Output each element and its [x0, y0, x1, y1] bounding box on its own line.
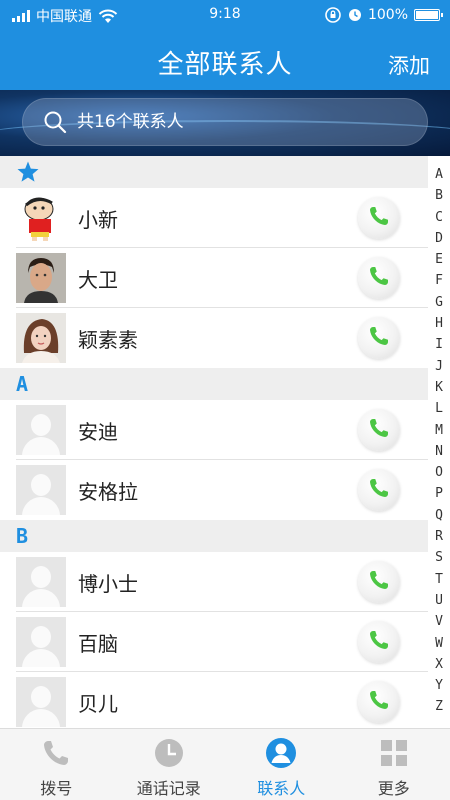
- search-input[interactable]: [77, 112, 377, 132]
- contact-name: 颖素素: [78, 327, 138, 352]
- avatar: [16, 405, 66, 455]
- index-letter[interactable]: U: [435, 590, 443, 611]
- contact-name: 百脑: [78, 631, 118, 656]
- avatar: [16, 557, 66, 607]
- call-button[interactable]: [358, 409, 400, 451]
- avatar: [16, 193, 66, 243]
- index-letter[interactable]: L: [435, 398, 443, 419]
- tab-label: 拨号: [40, 779, 73, 798]
- call-button[interactable]: [358, 469, 400, 511]
- avatar: [16, 465, 66, 515]
- rotation-lock-icon: [325, 7, 341, 23]
- nav-bar: 全部联系人 添加: [0, 32, 450, 90]
- index-letter[interactable]: N: [435, 441, 443, 462]
- call-button[interactable]: [358, 681, 400, 723]
- contact-row[interactable]: 大卫: [0, 248, 428, 308]
- contact-name: 安迪: [78, 419, 118, 444]
- tab-dial[interactable]: 拨号: [0, 729, 113, 800]
- contact-row[interactable]: 安迪: [0, 400, 428, 460]
- contact-name: 小新: [78, 207, 118, 232]
- index-letter[interactable]: X: [435, 654, 443, 675]
- tab-call-log[interactable]: 通话记录: [113, 729, 226, 800]
- grid-icon: [380, 740, 407, 766]
- avatar: [16, 253, 66, 303]
- index-letter[interactable]: Z: [435, 696, 443, 717]
- index-letter[interactable]: K: [435, 377, 443, 398]
- index-letter[interactable]: G: [435, 292, 443, 313]
- contact-row[interactable]: 贝儿: [0, 672, 428, 728]
- index-letter[interactable]: Y: [435, 675, 443, 696]
- index-letter[interactable]: R: [435, 526, 443, 547]
- index-letter[interactable]: T: [435, 569, 443, 590]
- page-title: 全部联系人: [157, 50, 293, 80]
- index-letter[interactable]: J: [435, 356, 443, 377]
- search-box[interactable]: [22, 98, 428, 146]
- contact-row[interactable]: 博小士: [0, 552, 428, 612]
- contact-row[interactable]: 安格拉: [0, 460, 428, 520]
- search-banner: [0, 90, 450, 156]
- call-button[interactable]: [358, 561, 400, 603]
- tab-label: 联系人: [257, 779, 306, 798]
- index-letter[interactable]: F: [435, 270, 443, 291]
- index-letter[interactable]: B: [435, 185, 443, 206]
- index-letter[interactable]: O: [435, 462, 443, 483]
- star-icon: [17, 161, 39, 182]
- avatar: [16, 677, 66, 727]
- phone-icon: [367, 476, 391, 504]
- index-letter[interactable]: H: [435, 313, 443, 334]
- index-letter[interactable]: D: [435, 228, 443, 249]
- index-letter[interactable]: V: [435, 611, 443, 632]
- avatar: [16, 313, 66, 363]
- add-contact-button[interactable]: 添加: [388, 50, 430, 80]
- call-button[interactable]: [358, 257, 400, 299]
- contact-name: 博小士: [78, 571, 138, 596]
- avatar: [16, 617, 66, 667]
- tab-label: 通话记录: [136, 779, 201, 798]
- phone-icon: [44, 741, 69, 765]
- phone-icon: [367, 416, 391, 444]
- contact-name: 安格拉: [78, 479, 138, 504]
- tab-contacts[interactable]: 联系人: [225, 729, 338, 800]
- index-letter[interactable]: C: [435, 207, 443, 228]
- contact-row[interactable]: 小新: [0, 188, 428, 248]
- phone-icon: [367, 688, 391, 716]
- index-letter[interactable]: M: [435, 420, 443, 441]
- call-button[interactable]: [358, 317, 400, 359]
- battery-percent: 100%: [367, 7, 408, 23]
- phone-icon: [367, 264, 391, 292]
- index-letter[interactable]: A: [435, 164, 443, 185]
- contact-icon: [266, 738, 297, 768]
- status-bar: 中国联通 9:18 100%: [0, 0, 450, 32]
- tab-more[interactable]: 更多: [338, 729, 450, 800]
- phone-icon: [367, 568, 391, 596]
- index-letter[interactable]: E: [435, 249, 443, 270]
- alphabet-index[interactable]: ABCDEFGHIJKLMNOPQRSTUVWXYZ: [428, 156, 450, 728]
- phone-icon: [367, 628, 391, 656]
- alarm-icon: [348, 9, 361, 21]
- contact-row[interactable]: 颖素素: [0, 308, 428, 368]
- index-letter[interactable]: S: [435, 547, 443, 568]
- call-button[interactable]: [358, 621, 400, 663]
- contact-row[interactable]: 百脑: [0, 612, 428, 672]
- clock-icon: [154, 739, 183, 767]
- tab-label: 更多: [377, 779, 410, 798]
- section-header: B: [0, 520, 428, 552]
- phone-icon: [367, 204, 391, 232]
- index-letter[interactable]: I: [435, 334, 443, 355]
- index-letter[interactable]: P: [435, 483, 443, 504]
- battery-icon: [414, 9, 443, 21]
- section-header: A: [0, 368, 428, 400]
- search-icon: [44, 111, 67, 134]
- call-button[interactable]: [358, 197, 400, 239]
- phone-icon: [367, 324, 391, 352]
- contact-list[interactable]: 小新大卫颖素素 A 安迪安格拉 B 博小士百脑贝儿: [0, 156, 428, 728]
- contact-name: 大卫: [78, 267, 118, 292]
- index-letter[interactable]: W: [435, 633, 443, 654]
- contact-name: 贝儿: [78, 691, 118, 716]
- tab-bar: 拨号 通话记录 联系人 更多: [0, 728, 450, 800]
- index-letter[interactable]: Q: [435, 505, 443, 526]
- section-header: [0, 156, 428, 188]
